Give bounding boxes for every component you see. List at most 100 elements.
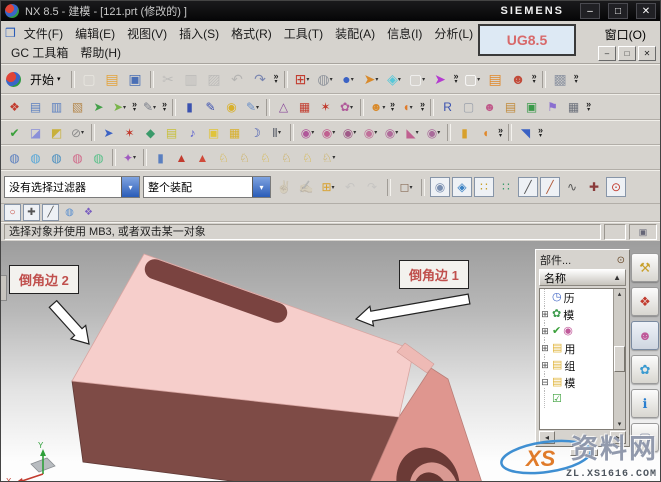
close-button[interactable]: ✕ [636,3,656,19]
layer-settings-icon[interactable]: ▢ ▾ [406,68,429,91]
new-file-icon[interactable]: ▢ [78,68,101,91]
synchronous-2-icon[interactable]: ♘ [234,147,255,168]
roles-tab[interactable]: ✿ [631,355,659,384]
snap-line2-toggle-icon[interactable]: ╱ [540,177,560,197]
open-component-icon[interactable]: ▧ [67,97,88,118]
prev-selection-icon[interactable]: ↶ [340,177,360,197]
sort-ascending-icon[interactable]: ▲ [613,273,621,282]
overflow-chevron-icon[interactable]: » ▾ [454,72,459,86]
part-navigator-row[interactable]: ⊞ ▤ 用 [540,340,613,357]
start-button[interactable]: 开始 ▾ [23,68,68,91]
paste-icon[interactable]: ▨ [203,68,226,91]
profile-web-icon[interactable]: ✶ [119,122,140,143]
pocket-feature-icon[interactable]: ◉ ▾ [339,122,360,143]
name-column-header[interactable]: 名称 ▲ [539,269,626,286]
patch-boolean-icon[interactable]: ◍ [88,147,109,168]
sketch-pin-icon[interactable]: ✎ ▾ [139,97,160,118]
overflow-chevron-icon[interactable]: » ▾ [532,72,537,86]
subtract-boolean-icon[interactable]: ◍ [25,147,46,168]
synchronous-6-icon[interactable]: ♘ ▾ [318,147,339,168]
selection-filter-dropdown[interactable]: 没有选择过滤器 ▾ [4,176,140,198]
window-layout-icon[interactable]: ⊞ ▾ [291,68,314,91]
rectangle-select-icon[interactable]: ◻ ▾ [396,177,416,197]
minimize-button[interactable]: – [580,3,600,19]
direct-sketch-icon[interactable]: ➤ [98,122,119,143]
sketch-pen-icon[interactable]: ✎ [200,97,221,118]
menu-view[interactable]: 视图(V) [121,24,173,43]
menu-information[interactable]: 信息(I) [381,24,428,43]
menu-format[interactable]: 格式(R) [225,24,278,43]
shell-icon[interactable]: ◖ [475,122,496,143]
part-navigator-row[interactable]: ⊟ ▤ 模 [540,374,613,391]
part-navigator-row[interactable]: ☑ [544,391,613,408]
undo-icon[interactable]: ↶ [226,68,249,91]
finish-sketch-icon[interactable]: ✔ [4,122,25,143]
orient-view-icon[interactable]: ➤ ▾ [360,68,383,91]
sphere-view-tool-icon[interactable]: ◍ [61,204,78,221]
part-table-icon[interactable]: ▦ [294,97,315,118]
overflow-chevron-icon[interactable]: » ▾ [390,100,395,114]
part-navigator-row[interactable]: ⊞ ✔ ◉ [540,323,613,340]
music-note-icon[interactable]: ♪ [182,122,203,143]
user-person-icon[interactable]: ☻ ▾ [367,97,388,118]
assembly-navigator-tab[interactable]: ⚒ [631,253,659,282]
scroll-up-icon[interactable]: ▴ [618,289,622,299]
overflow-chevron-icon[interactable]: » ▾ [498,125,503,139]
doc-minimize-button[interactable]: – [598,46,616,61]
next-selection-icon[interactable]: ↷ [362,177,382,197]
snap-midpoint-toggle-icon[interactable]: ∷ [496,177,516,197]
synchronous-3-icon[interactable]: ♘ [255,147,276,168]
internet-explorer-tab[interactable]: ℹ [631,389,659,418]
note-doc-icon[interactable]: ▢ [458,97,479,118]
pattern-feature-icon[interactable]: ✦ ▾ [119,147,140,168]
doc-restore-button[interactable]: □ [618,46,636,61]
green-book-icon[interactable]: ▣ [521,97,542,118]
blend-feature-icon[interactable]: ◉ ▾ [423,122,444,143]
intersect-boolean-icon[interactable]: ◍ [46,147,67,168]
ibeam-section-icon[interactable]: Ⅱ ▾ [266,122,287,143]
save-icon[interactable]: ▣ [124,68,147,91]
cut-icon[interactable]: ✂ [157,68,180,91]
part-navigator-row[interactable]: ◷ 历 [544,289,613,306]
grid-view-icon[interactable]: ▦ [563,97,584,118]
menu-file[interactable]: 文件(F) [18,24,69,43]
graphics-viewport[interactable]: Y X 倒角边 2 倒角边 1 部件... ⊙ 名称 ▲ ▴ ▾ ◷ 历 ⊞ ✿… [1,241,660,481]
collapse-icon[interactable]: ⊟ [540,377,550,388]
cylinder-tool-icon[interactable]: ▮ [150,147,171,168]
pushpin-icon[interactable]: ⊙ [617,255,625,266]
synchronous-4-icon[interactable]: ♘ [276,147,297,168]
groove-feature-icon[interactable]: ◉ ▾ [381,122,402,143]
part-navigator-row[interactable]: ⊞ ✿ 模 [540,306,613,323]
scrollbar-thumb[interactable] [614,346,625,372]
shaded-view-icon[interactable]: ● ▾ [337,68,360,91]
mirror-tool-icon[interactable]: ❖ [80,204,97,221]
datum-disc-icon[interactable]: ◉ [221,97,242,118]
snap-line1-toggle-icon[interactable]: ╱ [518,177,538,197]
person-add-icon[interactable]: ☻ [479,97,500,118]
overflow-chevron-icon[interactable]: » ▾ [586,100,591,114]
yellow-grid-icon[interactable]: ▦ [224,122,245,143]
reuse-library-icon[interactable]: ▤ [484,68,507,91]
no-selection-filter-icon[interactable]: ⊘ ▾ [67,122,88,143]
snap-point-plus-icon[interactable]: ⊞ ▾ [318,177,338,197]
overflow-chevron-icon[interactable]: » ▾ [574,72,579,86]
snap-center-toggle-icon[interactable]: ⊙ [606,177,626,197]
overflow-chevron-icon[interactable]: » ▾ [274,72,279,86]
expand-icon[interactable]: ⊞ [540,360,550,371]
chamfer-feature-icon[interactable]: ◣ ▾ [402,122,423,143]
snap-intersection-toggle-icon[interactable]: ✚ [584,177,604,197]
boss-feature-icon[interactable]: ◉ ▾ [318,122,339,143]
expand-icon[interactable]: ⊞ [540,309,550,320]
flask-red1-icon[interactable]: ▲ [171,147,192,168]
sketch-task-icon[interactable]: ◪ [25,122,46,143]
chevron-down-icon[interactable]: ▾ [252,177,270,197]
assembly-arrange-icon[interactable]: ➤ ▾ [109,97,130,118]
selection-scope-dropdown[interactable]: 整个装配 ▾ [143,176,271,198]
redo-icon[interactable]: ↷ [249,68,272,91]
vertical-scrollbar[interactable]: ▴ ▾ [613,289,625,429]
snap-solid-toggle-icon[interactable]: ◈ [452,177,472,197]
yellow-note-icon[interactable]: ▣ [203,122,224,143]
trim-body-icon[interactable]: ◥ [515,122,536,143]
doc-close-button[interactable]: ✕ [638,46,656,61]
menu-window[interactable]: 窗口(O) [599,25,652,44]
